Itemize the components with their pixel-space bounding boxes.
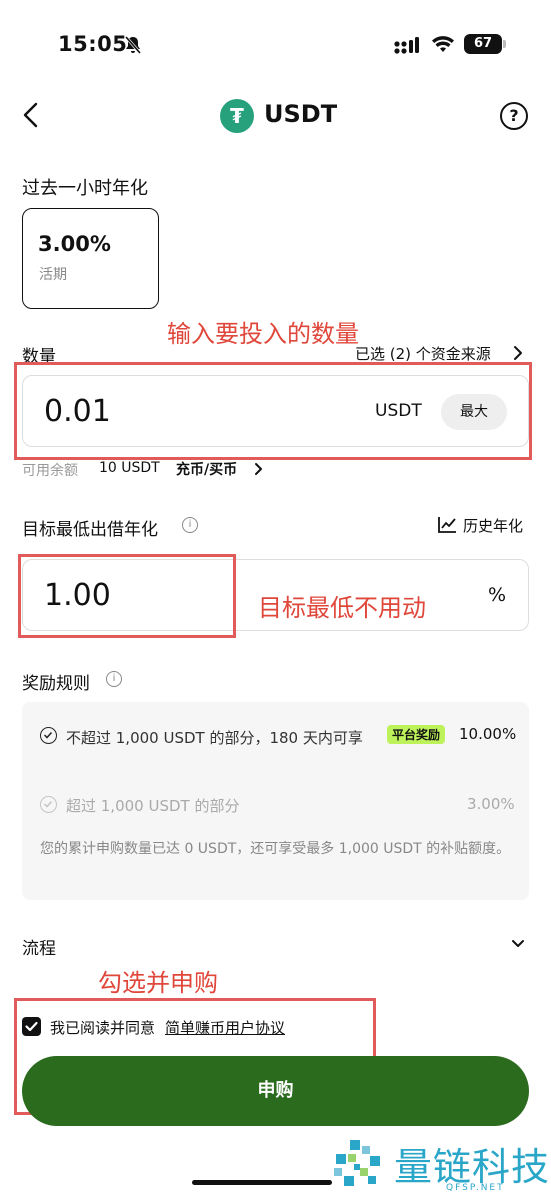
rules-note: 您的累计申购数量已达 0 USDT，还可享受最多 1,000 USDT 的补贴额… bbox=[40, 841, 511, 857]
trend-chart-icon[interactable] bbox=[438, 516, 457, 533]
battery-level: 67 bbox=[464, 34, 502, 54]
rule-tier-1-text: 不超过 1,000 USDT 的部分，180 天内可享 bbox=[66, 729, 363, 747]
chevron-right-icon[interactable] bbox=[254, 462, 264, 476]
bell-muted-icon bbox=[124, 36, 142, 54]
rule-tier-1-rate: 10.00% bbox=[459, 725, 517, 743]
usdt-coin-icon: ₮ bbox=[220, 99, 254, 133]
deposit-buy-link[interactable]: 充币/买币 bbox=[176, 459, 237, 479]
info-icon[interactable]: i bbox=[182, 517, 198, 533]
watermark-domain: QFSP.NET bbox=[446, 1183, 505, 1193]
user-agreement-link[interactable]: 简单赚币用户协议 bbox=[165, 1017, 285, 1038]
cellular-signal-icon bbox=[394, 37, 419, 54]
agreement-text: 我已阅读并同意 bbox=[50, 1019, 156, 1037]
funding-source-link[interactable]: 已选 (2) 个资金来源 bbox=[355, 343, 491, 364]
subscribe-button[interactable]: 申购 bbox=[22, 1056, 529, 1126]
target-rate-unit: % bbox=[488, 584, 507, 606]
balance-label: 可用余额 bbox=[22, 463, 78, 479]
battery-tip bbox=[503, 40, 506, 48]
history-rate-link[interactable]: 历史年化 bbox=[463, 515, 523, 536]
back-chevron-icon[interactable] bbox=[20, 101, 42, 129]
page-title: USDT bbox=[264, 100, 338, 128]
status-time: 15:05 bbox=[58, 32, 128, 56]
rule-tier-2-rate: 3.00% bbox=[467, 795, 515, 813]
apr-type: 活期 bbox=[39, 267, 67, 283]
annotation-box-quantity bbox=[14, 362, 532, 460]
platform-reward-badge: 平台奖励 bbox=[387, 725, 446, 744]
reward-rules-label: 奖励规则 bbox=[22, 674, 90, 694]
apr-label: 过去一小时年化 bbox=[22, 178, 148, 199]
rule-tier-2-text: 超过 1,000 USDT 的部分 bbox=[66, 797, 240, 815]
balance-value: 10 USDT bbox=[99, 460, 160, 476]
check-circle-icon bbox=[40, 796, 57, 813]
wifi-icon bbox=[432, 36, 454, 52]
process-label[interactable]: 流程 bbox=[22, 934, 56, 959]
watermark-logo-icon bbox=[334, 1140, 380, 1186]
chevron-down-icon[interactable] bbox=[511, 938, 525, 950]
help-icon[interactable]: ? bbox=[500, 102, 528, 130]
agreement-checkbox[interactable] bbox=[22, 1017, 41, 1036]
apr-value: 3.00% bbox=[38, 232, 111, 256]
check-circle-icon bbox=[40, 727, 57, 744]
home-indicator bbox=[192, 1180, 332, 1185]
target-rate-label: 目标最低出借年化 bbox=[22, 520, 158, 540]
annotation-target-unchanged: 目标最低不用动 bbox=[258, 594, 426, 622]
apr-card[interactable] bbox=[22, 208, 159, 309]
annotation-check-and-subscribe: 勾选并申购 bbox=[98, 969, 218, 997]
info-icon[interactable]: i bbox=[106, 671, 122, 687]
chevron-right-icon[interactable] bbox=[512, 345, 524, 361]
annotation-box-target bbox=[18, 554, 236, 638]
annotation-enter-amount: 输入要投入的数量 bbox=[167, 320, 359, 348]
